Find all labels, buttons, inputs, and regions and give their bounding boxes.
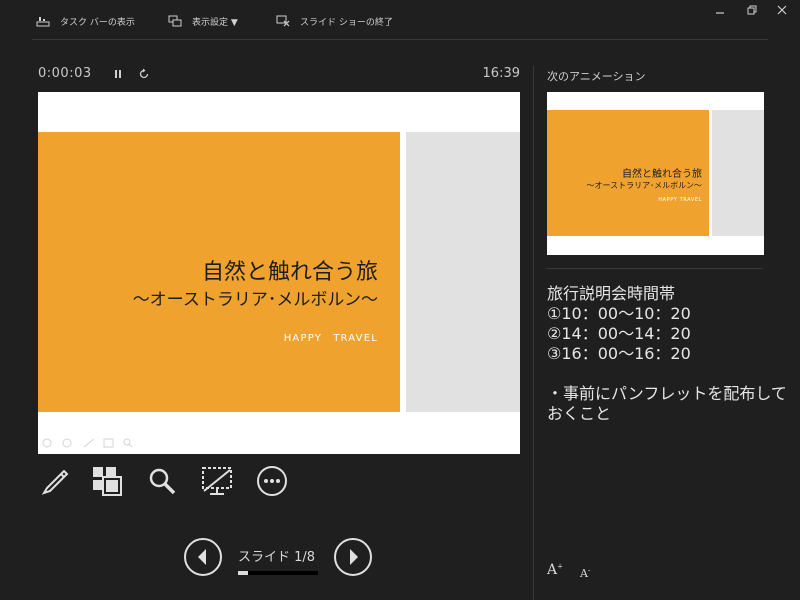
overlay-next-icon <box>62 438 72 448</box>
display-settings-label: 表示設定 ▼ <box>192 17 238 28</box>
next-slide-brand: HAPPY TRAVEL <box>658 197 702 203</box>
notes-line: ②14：00～14：20 <box>547 324 691 343</box>
notes-line: ・事前にパンフレットを配布して <box>547 384 787 403</box>
previous-arrow-icon[interactable] <box>183 537 223 577</box>
black-screen-icon <box>202 467 232 495</box>
slide-grey-block <box>406 132 520 412</box>
black-screen-button[interactable] <box>200 464 234 498</box>
increase-font-button[interactable]: A+ <box>547 562 563 578</box>
panel-divider <box>533 66 534 600</box>
overlay-zoom-icon <box>123 438 133 448</box>
close-icon[interactable] <box>776 4 788 16</box>
display-settings-button[interactable]: 表示設定 ▼ <box>168 13 238 29</box>
reset-timer-icon[interactable] <box>138 68 150 80</box>
pen-icon <box>41 469 69 495</box>
slide-subtitle: ～オーストラリア･メルボルン～ <box>132 290 378 310</box>
next-animation-title: 次のアニメーション <box>547 70 646 83</box>
notes-line: ①10：00～10：20 <box>547 304 691 323</box>
slide-brand: HAPPY TRAVEL <box>283 333 378 344</box>
end-slideshow-icon <box>276 15 290 27</box>
next-slide-title: 自然と触れ合う旅 <box>622 169 702 180</box>
slide-progress-bar <box>238 571 318 575</box>
notes-line: ③16：00～16：20 <box>547 344 691 363</box>
zoom-icon <box>149 468 176 495</box>
current-time: 16:39 <box>482 66 520 81</box>
display-settings-icon <box>168 15 182 27</box>
see-all-slides-button[interactable] <box>90 464 124 498</box>
decrease-font-button[interactable]: A- <box>580 566 590 580</box>
presenter-toolbar: タスク バーの表示 表示設定 ▼ スライド ショーの終了 <box>0 0 800 40</box>
show-taskbar-label: タスク バーの表示 <box>60 17 135 28</box>
overlay-slides-icon <box>103 438 114 448</box>
slide-title: 自然と触れ合う旅 <box>201 260 378 285</box>
decrease-font-icon: A- <box>580 566 591 580</box>
minimize-icon[interactable] <box>714 4 726 16</box>
next-slide-preview[interactable]: 自然と触れ合う旅 ～オーストラリア･メルボルン～ HAPPY TRAVEL <box>547 92 764 255</box>
toolbar-divider <box>32 39 768 40</box>
notes-gap <box>547 364 777 384</box>
next-arrow-icon[interactable] <box>333 537 373 577</box>
slide-progress-fill <box>238 571 248 575</box>
end-slideshow-label: スライド ショーの終了 <box>300 17 393 28</box>
slide-counter: スライド 1/8 <box>238 550 316 565</box>
current-slide[interactable]: 自然と触れ合う旅 ～オーストラリア･メルボルン～ HAPPY TRAVEL <box>38 92 520 454</box>
notes-divider <box>547 268 763 269</box>
pause-icon[interactable] <box>112 68 124 80</box>
see-all-slides-icon <box>93 467 122 496</box>
overlay-prev-icon <box>42 438 52 448</box>
restore-icon[interactable] <box>746 4 758 16</box>
slide-overlay-toolbar <box>42 438 136 448</box>
more-options-icon <box>257 466 287 496</box>
next-slide-grey-block <box>712 110 764 236</box>
end-slideshow-button[interactable]: スライド ショーの終了 <box>276 13 393 29</box>
show-taskbar-button[interactable]: タスク バーの表示 <box>36 13 135 29</box>
zoom-button[interactable] <box>145 464 179 498</box>
notes-line: 旅行説明会時間帯 <box>547 284 676 303</box>
more-options-button[interactable] <box>255 464 289 498</box>
next-slide-subtitle: ～オーストラリア･メルボルン～ <box>586 181 702 190</box>
speaker-notes: 旅行説明会時間帯 ①10：00～10：20 ②14：00～14：20 ③16：0… <box>547 284 787 424</box>
timer-row: 0:00:03 16:39 <box>38 66 522 84</box>
taskbar-icon <box>36 17 50 27</box>
presenter-tools <box>38 464 338 500</box>
overlay-pen-icon <box>83 438 95 448</box>
pen-tool-button[interactable] <box>38 464 72 498</box>
increase-font-icon: A+ <box>547 562 563 578</box>
notes-line: おくこと <box>547 404 612 423</box>
elapsed-timer: 0:00:03 <box>38 66 92 81</box>
